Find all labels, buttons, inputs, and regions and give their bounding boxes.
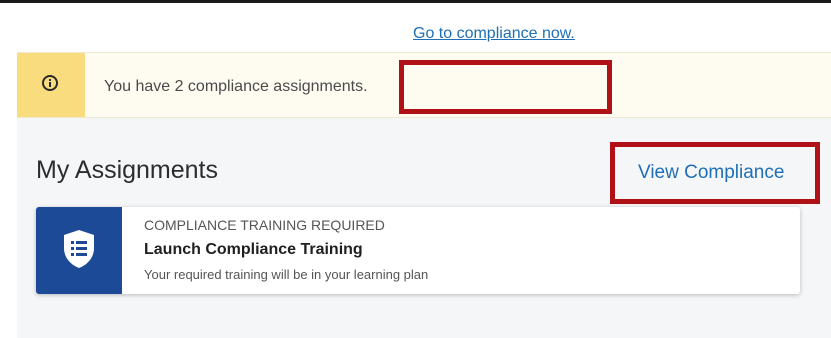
card-icon-panel — [36, 207, 122, 294]
view-compliance-highlight-box — [610, 142, 820, 204]
top-divider — [0, 0, 831, 3]
card-description: Your required training will be in your l… — [144, 267, 429, 282]
notice-message: You have 2 compliance assignments. — [104, 78, 368, 95]
link-highlight-box — [399, 60, 612, 114]
info-icon — [42, 75, 58, 91]
my-assignments-heading: My Assignments — [36, 156, 219, 184]
shield-list-icon — [64, 230, 94, 268]
notice-icon-panel — [17, 53, 85, 117]
card-title: Launch Compliance Training — [144, 241, 363, 258]
go-to-compliance-link[interactable]: Go to compliance now. — [413, 24, 575, 44]
compliance-training-card[interactable]: COMPLIANCE TRAINING REQUIRED Launch Comp… — [36, 207, 800, 294]
card-eyebrow-label: COMPLIANCE TRAINING REQUIRED — [144, 217, 385, 233]
